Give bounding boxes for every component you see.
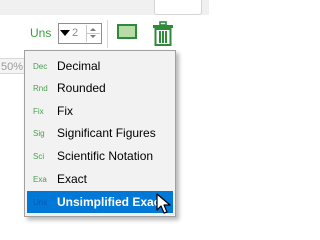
- delete-button[interactable]: [152, 21, 174, 47]
- menu-item-abbr: Rnd: [33, 84, 48, 93]
- menu-item-abbr: Dec: [33, 62, 48, 71]
- menu-item-label: Significant Figures: [57, 126, 156, 140]
- menu-item-abbr: Uns: [33, 198, 48, 207]
- menu-item-decimal[interactable]: Dec Decimal: [27, 55, 173, 77]
- spin-up-icon[interactable]: [90, 28, 96, 31]
- menu-item-abbr: Fix: [33, 107, 44, 116]
- format-menu: Dec Decimal Rnd Rounded Fix Fix Sig Sign…: [24, 50, 176, 217]
- menu-item-abbr: Exa: [33, 175, 47, 184]
- spin-down-icon[interactable]: [90, 35, 96, 38]
- spin-divider: [87, 33, 100, 34]
- menu-item-label: Unsimplified Exact: [57, 195, 165, 209]
- menu-item-label: Fix: [57, 104, 73, 118]
- format-dropdown[interactable]: 2: [58, 23, 102, 44]
- menu-item-label: Scientific Notation: [57, 149, 154, 163]
- menu-item-exact[interactable]: Exa Exact: [27, 168, 173, 190]
- zoom-fragment: 50%: [0, 58, 24, 74]
- menu-item-abbr: Sci: [33, 152, 45, 161]
- menu-item-abbr: Sig: [33, 129, 45, 138]
- menu-item-label: Exact: [57, 172, 88, 186]
- dropdown-arrow-icon[interactable]: [60, 30, 70, 36]
- background-window: [0, 74, 24, 235]
- top-frame: [0, 0, 209, 15]
- digits-field[interactable]: 2: [72, 25, 87, 41]
- menu-item-fix[interactable]: Fix Fix: [27, 100, 173, 122]
- panel-toggle-button[interactable]: [117, 24, 137, 39]
- menu-item-label: Rounded: [57, 81, 106, 95]
- trash-icon: [153, 21, 173, 46]
- menu-item-rounded[interactable]: Rnd Rounded: [27, 77, 173, 99]
- menu-item-unsimplified-exact[interactable]: Uns Unsimplified Exact: [27, 191, 173, 213]
- menu-item-label: Decimal: [57, 59, 101, 73]
- mouse-pointer-icon: [156, 193, 171, 214]
- menu-item-significant-figures[interactable]: Sig Significant Figures: [27, 122, 173, 144]
- top-frame-tab: [154, 0, 202, 15]
- toolbar-separator: [107, 20, 108, 48]
- digits-spinner[interactable]: [86, 25, 100, 42]
- format-label: Uns: [30, 26, 52, 40]
- menu-item-scientific-notation[interactable]: Sci Scientific Notation: [27, 145, 173, 167]
